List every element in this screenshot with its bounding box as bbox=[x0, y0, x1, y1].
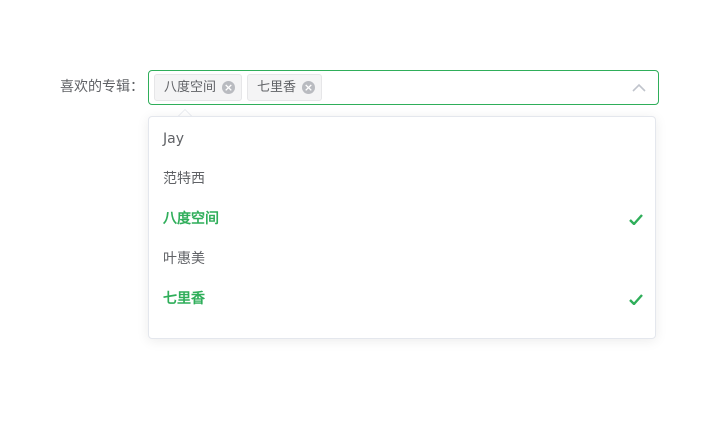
album-multi-select[interactable]: 八度空间 × 七里香 × bbox=[148, 70, 659, 105]
tag-close-icon[interactable]: × bbox=[222, 81, 236, 94]
selected-tags: 八度空间 × 七里香 × bbox=[154, 74, 323, 101]
option-item-partial[interactable]: ... bbox=[149, 319, 655, 339]
form-label: 喜欢的专辑： bbox=[60, 79, 144, 95]
option-label: ... bbox=[163, 331, 177, 339]
tag-label: 七里香 bbox=[257, 80, 297, 95]
select-dropdown[interactable]: Jay 范特西 八度空间 叶惠美 七里香 ... bbox=[148, 116, 656, 339]
option-item[interactable]: Jay bbox=[149, 119, 655, 159]
tag-close-icon[interactable]: × bbox=[302, 81, 316, 94]
option-list: Jay 范特西 八度空间 叶惠美 七里香 ... bbox=[149, 117, 655, 339]
option-item[interactable]: 范特西 bbox=[149, 159, 655, 199]
option-label: 七里香 bbox=[163, 291, 205, 307]
check-icon bbox=[629, 294, 643, 305]
option-item[interactable]: 八度空间 bbox=[149, 199, 655, 239]
selected-tag: 八度空间 × bbox=[154, 74, 243, 101]
check-icon bbox=[629, 214, 643, 225]
selected-tag: 七里香 × bbox=[247, 74, 323, 101]
option-label: 八度空间 bbox=[163, 211, 219, 227]
option-label: 叶惠美 bbox=[163, 251, 205, 267]
option-label: 范特西 bbox=[163, 171, 205, 187]
option-label: Jay bbox=[163, 131, 184, 147]
tag-label: 八度空间 bbox=[164, 80, 217, 95]
option-item[interactable]: 七里香 bbox=[149, 279, 655, 319]
chevron-up-icon[interactable] bbox=[632, 83, 646, 93]
option-item[interactable]: 叶惠美 bbox=[149, 239, 655, 279]
form-item-favorite-album: 喜欢的专辑： 八度空间 × 七里香 × bbox=[0, 70, 728, 105]
